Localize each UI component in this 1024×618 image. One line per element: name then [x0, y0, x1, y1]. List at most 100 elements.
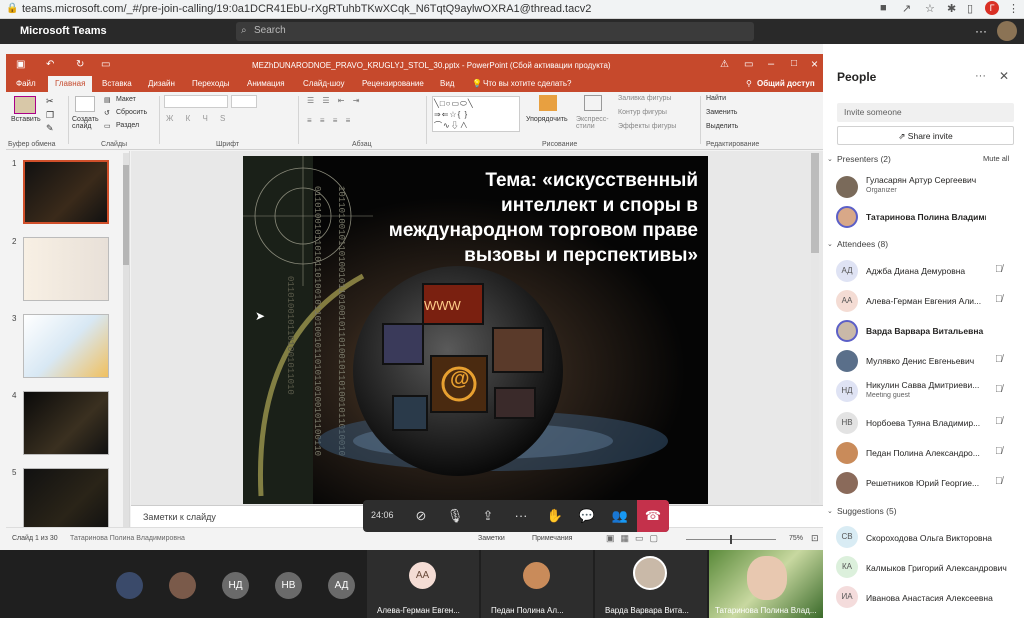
- presenter-name[interactable]: Гуласарян Артур Сергеевич: [866, 175, 986, 185]
- slide-thumbnail-2[interactable]: [23, 237, 109, 301]
- attendee-name[interactable]: Решетников Юрий Георгие...: [866, 478, 986, 488]
- user-avatar[interactable]: [997, 21, 1017, 41]
- tab-transitions[interactable]: Переходы: [192, 79, 230, 88]
- zoom-level[interactable]: 75%: [789, 535, 803, 542]
- presenters-header[interactable]: Presenters (2): [837, 154, 891, 164]
- slide-thumbnail-5[interactable]: [23, 468, 109, 532]
- attendee-name[interactable]: Мулявко Денис Евгеньевич: [866, 356, 986, 366]
- current-slide[interactable]: 0110100101101011010010110100101101011010…: [243, 156, 708, 504]
- replace-button[interactable]: Заменить: [706, 109, 737, 116]
- tell-me-input[interactable]: Что вы хотите сделать?: [483, 79, 571, 88]
- camera-off-icon[interactable]: ⊘: [409, 506, 433, 526]
- slide-thumbnail-3[interactable]: [23, 314, 109, 378]
- layout-button[interactable]: Макет: [116, 96, 136, 103]
- attendee-name[interactable]: Педан Полина Александро...: [866, 448, 986, 458]
- chevron-down-icon[interactable]: ⌄: [827, 507, 833, 515]
- mute-all-button[interactable]: Mute all: [983, 154, 1009, 163]
- notes-placeholder[interactable]: Заметки к слайду: [143, 512, 216, 522]
- sidebar-icon[interactable]: ▯: [967, 2, 973, 15]
- attendees-header[interactable]: Attendees (8): [837, 239, 888, 249]
- canvas-scrollbar[interactable]: [811, 153, 819, 503]
- align-icons[interactable]: ≡ ≡ ≡ ≡: [307, 116, 353, 125]
- arrange-button[interactable]: Упорядочить: [526, 116, 568, 123]
- cut-icon[interactable]: ✂: [46, 96, 54, 107]
- new-slide-icon[interactable]: [75, 96, 95, 112]
- slide-thumbnail-1[interactable]: [23, 160, 109, 224]
- menu-icon[interactable]: ⋮: [1008, 2, 1019, 15]
- url-text[interactable]: teams.microsoft.com/_#/pre-join-calling/…: [22, 3, 591, 15]
- participant-tile[interactable]: АА Алева-Герман Евген...: [367, 550, 479, 618]
- suggestion-name[interactable]: Калмыков Григорий Александрович: [866, 563, 1024, 573]
- undo-icon[interactable]: ↶: [46, 59, 54, 70]
- extensions-icon[interactable]: ✱: [947, 2, 956, 15]
- tab-file[interactable]: Файл: [16, 79, 36, 88]
- paste-button[interactable]: Вставить: [11, 116, 41, 123]
- shape-effects-button[interactable]: Эффекты фигуры: [618, 123, 676, 130]
- shape-fill-button[interactable]: Заливка фигуры: [618, 95, 671, 102]
- format-painter-icon[interactable]: ✎: [46, 123, 54, 134]
- camera-icon[interactable]: ■: [880, 2, 887, 14]
- find-button[interactable]: Найти: [706, 95, 726, 102]
- tab-view[interactable]: Вид: [440, 79, 454, 88]
- close-icon[interactable]: ×: [811, 57, 818, 71]
- tab-slideshow[interactable]: Слайд-шоу: [303, 79, 344, 88]
- section-button[interactable]: Раздел: [116, 122, 139, 129]
- thumbs-scrollbar[interactable]: [123, 153, 129, 533]
- share-invite-button[interactable]: ⇗ Share invite: [837, 126, 1014, 145]
- participant-initials[interactable]: АД: [328, 572, 355, 599]
- share-icon[interactable]: ↗: [902, 2, 911, 15]
- invite-input[interactable]: Invite someone: [837, 103, 1014, 122]
- chevron-down-icon[interactable]: ⌄: [827, 240, 833, 248]
- minimize-icon[interactable]: –: [768, 58, 774, 70]
- new-slide-button[interactable]: Создать слайд: [72, 116, 102, 130]
- attendee-name[interactable]: Норбоева Туяна Владимир...: [866, 418, 986, 428]
- tab-animation[interactable]: Анимация: [247, 79, 285, 88]
- tab-insert[interactable]: Вставка: [102, 79, 132, 88]
- share-screen-icon[interactable]: ⇪: [476, 506, 500, 526]
- fit-to-window-icon[interactable]: ⊡: [811, 533, 819, 544]
- slide-canvas[interactable]: 0110100101101011010010110100101101011010…: [131, 151, 823, 505]
- paste-icon[interactable]: [14, 96, 36, 114]
- participant-tile[interactable]: Педан Полина Ал...: [481, 550, 593, 618]
- star-icon[interactable]: ☆: [925, 2, 935, 15]
- share-button[interactable]: Общий доступ: [757, 79, 815, 88]
- tab-home[interactable]: Главная: [48, 76, 93, 92]
- maximize-icon[interactable]: □: [791, 58, 797, 69]
- reset-button[interactable]: Сбросить: [116, 109, 147, 116]
- quick-styles-button[interactable]: Экспресс-стили: [576, 116, 616, 130]
- browser-url-bar[interactable]: 🔒 teams.microsoft.com/_#/pre-join-callin…: [0, 0, 1024, 19]
- redo-icon[interactable]: ↻: [76, 59, 84, 70]
- attendee-name[interactable]: Алева-Герман Евгения Али...: [866, 296, 986, 306]
- participant-avatar[interactable]: [116, 572, 143, 599]
- suggestion-name[interactable]: Скороходова Ольга Викторовна: [866, 533, 1024, 543]
- comments-toggle[interactable]: Примечания: [532, 535, 572, 542]
- search-input[interactable]: ⌕ Search: [236, 22, 754, 41]
- shape-outline-button[interactable]: Контур фигуры: [618, 109, 667, 116]
- copy-icon[interactable]: ❐: [46, 110, 54, 121]
- font-family-select[interactable]: [164, 95, 228, 108]
- microphone-icon[interactable]: 🎙: [443, 506, 467, 526]
- suggestions-header[interactable]: Suggestions (5): [837, 506, 897, 516]
- font-size-select[interactable]: [231, 95, 257, 108]
- participants-icon[interactable]: 👥: [608, 506, 632, 526]
- shapes-gallery[interactable]: ╲□○▭⬭╲ ⇒⇐☆{ } ⌒∿⇩∧: [432, 96, 520, 132]
- profile-avatar[interactable]: Г: [985, 1, 999, 15]
- attendee-name[interactable]: Варда Варвара Витальевна: [866, 326, 986, 336]
- slide-thumbnail-4[interactable]: [23, 391, 109, 455]
- start-slideshow-icon[interactable]: ▭: [101, 59, 110, 70]
- notes-toggle[interactable]: Заметки: [478, 535, 505, 542]
- participant-tile[interactable]: Варда Варвара Вита...: [595, 550, 707, 618]
- hang-up-button[interactable]: ☎: [637, 500, 669, 532]
- quick-styles-icon[interactable]: [584, 95, 602, 111]
- select-button[interactable]: Выделить: [706, 123, 738, 130]
- close-icon[interactable]: ✕: [999, 69, 1009, 83]
- view-buttons[interactable]: ▣▦▭▢: [606, 533, 664, 544]
- zoom-slider-thumb[interactable]: [730, 535, 732, 544]
- participant-video-tile[interactable]: Татаринова Полина Влад...: [709, 550, 823, 618]
- suggestion-name[interactable]: Иванова Анастасия Алексеевна: [866, 593, 1024, 603]
- participant-avatar[interactable]: [169, 572, 196, 599]
- chevron-down-icon[interactable]: ⌄: [827, 155, 833, 163]
- attendee-name[interactable]: Никулин Савва Дмитриеви...: [866, 380, 986, 390]
- tab-review[interactable]: Рецензирование: [362, 79, 424, 88]
- slide-thumbnails-pane[interactable]: 1 2 3 4 5: [6, 151, 130, 537]
